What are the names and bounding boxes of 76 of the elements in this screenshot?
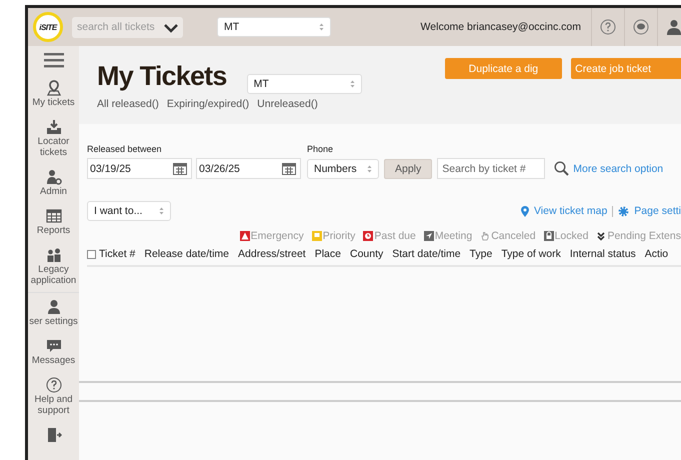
sidebar-item[interactable]: Locator tickets <box>28 119 79 158</box>
phone-label: Phone <box>307 144 334 154</box>
column-header[interactable]: Type of work <box>501 248 561 260</box>
legend-item: Past due <box>363 230 416 242</box>
filter-link[interactable]: Expiring/expired() <box>166 98 250 110</box>
select-all-checkbox[interactable] <box>87 250 96 258</box>
lock-icon <box>544 231 554 241</box>
ticket-search-field[interactable]: Search by ticket # <box>437 158 546 179</box>
map-pin-icon <box>520 206 529 216</box>
column-header[interactable]: Start date/time <box>392 248 461 260</box>
gear-icon <box>618 206 630 216</box>
user-gear-icon <box>46 169 62 185</box>
column-header[interactable]: Place <box>314 248 341 260</box>
double-chevron-icon <box>596 231 606 241</box>
warning-icon <box>240 231 250 241</box>
column-header[interactable]: Release date/time <box>144 248 230 260</box>
calendar-icon <box>282 162 296 175</box>
phone-select[interactable]: Numbers <box>307 158 379 178</box>
flag-icon <box>312 231 322 241</box>
page-title: My Tickets <box>97 61 227 92</box>
region-select[interactable]: MT <box>246 74 362 94</box>
legend-item: Emergency <box>240 230 304 242</box>
released-between-label: Released between <box>87 144 163 154</box>
page-settings-link[interactable]: Page setti <box>634 205 681 217</box>
column-header[interactable]: Address/street <box>238 248 306 260</box>
arrow-icon <box>424 231 434 241</box>
from-date-field[interactable]: 03/19/25 <box>87 158 192 179</box>
legend-item: Locked <box>544 230 588 242</box>
speech-bubble-icon <box>633 19 649 35</box>
legend-item: Priority <box>312 230 356 242</box>
isite-logo[interactable]: iSITE <box>33 12 63 42</box>
view-map-link[interactable]: View ticket map <box>534 205 608 217</box>
menu-icon[interactable] <box>44 53 64 68</box>
column-header[interactable]: Type <box>470 248 492 260</box>
filter-link[interactable]: All released() <box>97 98 159 110</box>
actions-select[interactable]: I want to... <box>87 201 171 221</box>
column-header[interactable]: Ticket # <box>99 248 136 260</box>
chevron-down-icon <box>164 22 178 32</box>
sidebar-item[interactable]: ser settings <box>28 299 79 327</box>
state-select[interactable]: MT <box>217 17 331 37</box>
up-down-icon <box>350 80 355 88</box>
sidebar-item[interactable]: Legacy application <box>28 247 79 286</box>
legend-item: Pending Extens <box>596 230 681 242</box>
map-pin-icon <box>46 80 62 96</box>
legend-item: Meeting <box>424 230 472 242</box>
column-header[interactable]: County <box>350 248 384 260</box>
up-down-icon <box>159 207 164 215</box>
apply-button[interactable]: Apply <box>384 158 432 178</box>
user-icon <box>46 299 62 315</box>
speech-bubble-icon <box>46 338 62 354</box>
welcome-text: Welcome briancasey@occinc.com <box>420 21 581 33</box>
help-icon <box>600 19 616 35</box>
filter-link[interactable]: Unreleased() <box>257 98 318 110</box>
table-icon <box>46 208 62 224</box>
column-header[interactable]: Actio <box>644 248 668 260</box>
sidebar-item[interactable]: Admin <box>28 169 79 197</box>
calendar-icon <box>173 162 187 175</box>
up-down-icon <box>319 23 324 31</box>
sidebar-item[interactable]: Help and support <box>28 377 79 416</box>
exit-door-icon <box>46 427 62 443</box>
sidebar-item[interactable]: Messages <box>28 338 79 366</box>
sidebar-item[interactable]: My tickets <box>28 80 79 108</box>
sidebar-item[interactable]: Reports <box>28 208 79 236</box>
help-icon <box>46 377 62 393</box>
people-icon <box>46 247 62 263</box>
legend-item: Canceled <box>480 230 536 242</box>
user-icon <box>667 19 681 35</box>
search-icon <box>554 161 570 176</box>
clock-icon <box>363 231 374 241</box>
column-header[interactable]: Internal status <box>570 248 636 260</box>
search-field[interactable]: search all tickets <box>72 16 183 38</box>
up-down-icon <box>367 164 372 172</box>
download-tray-icon <box>46 119 62 135</box>
more-search-options-link[interactable]: More search option <box>573 162 664 174</box>
to-date-field[interactable]: 03/26/25 <box>196 158 301 179</box>
hand-icon <box>480 231 490 241</box>
